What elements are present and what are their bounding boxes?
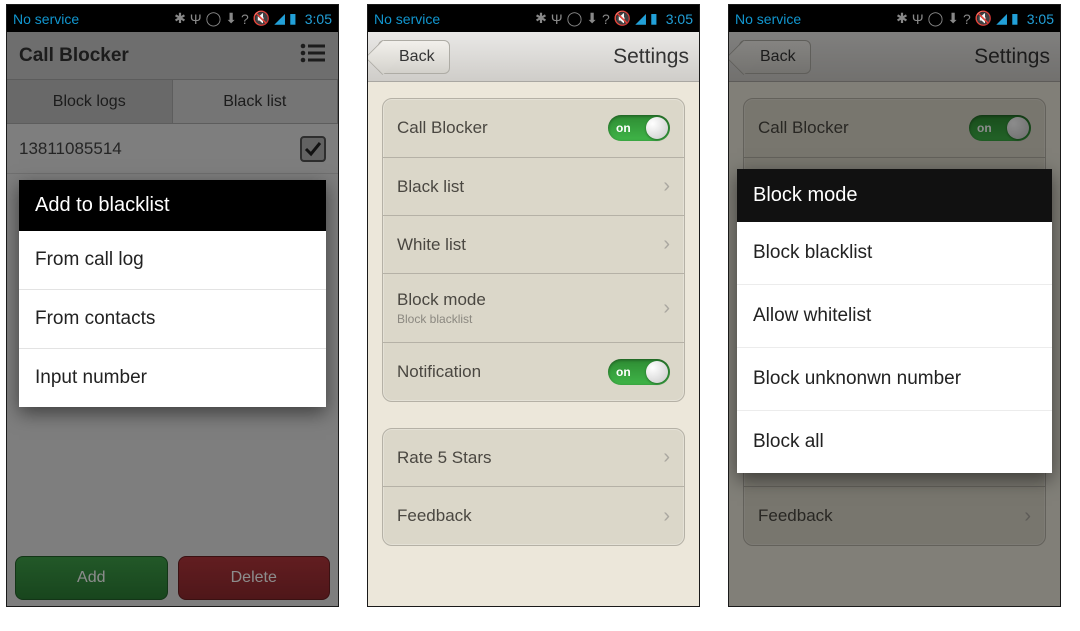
- network-status: No service: [13, 11, 79, 27]
- screen-2: No service ✱ Ψ ◯ ⬇ ? 🔇 ◢ ▮ 3:05 Back Set…: [367, 4, 700, 607]
- question-icon: ?: [963, 11, 971, 27]
- status-icons: ✱ Ψ ◯ ⬇ ? 🔇 ◢ ▮ 3:05: [174, 10, 332, 27]
- bug-icon: ✱: [896, 10, 908, 27]
- settings-group-1: Call Blocker on Black list › White list …: [382, 98, 685, 402]
- shield-icon: ◯: [567, 10, 583, 27]
- row-label: Call Blocker: [397, 118, 488, 138]
- chevron-right-icon: ›: [663, 175, 670, 198]
- option-from-contacts[interactable]: From contacts: [19, 290, 326, 349]
- toggle-on[interactable]: on: [608, 359, 670, 385]
- block-mode-dialog: Block mode Block blacklist Allow whiteli…: [737, 169, 1052, 473]
- chevron-right-icon: ›: [663, 505, 670, 528]
- download-icon: ⬇: [225, 10, 237, 27]
- bug-icon: ✱: [174, 10, 186, 27]
- row-black-list[interactable]: Black list ›: [383, 158, 684, 216]
- row-label: Rate 5 Stars: [397, 448, 492, 468]
- dialog-title: Block mode: [737, 169, 1052, 222]
- toggle-knob: [646, 117, 668, 139]
- chevron-right-icon: ›: [663, 233, 670, 256]
- clock: 3:05: [1027, 11, 1054, 27]
- toggle-label: on: [616, 365, 631, 379]
- row-feedback[interactable]: Feedback ›: [383, 487, 684, 545]
- signal-icon: ◢: [635, 10, 646, 27]
- page-title: Settings: [613, 45, 689, 69]
- screen-1: No service ✱ Ψ ◯ ⬇ ? 🔇 ◢ ▮ 3:05 Call Blo…: [6, 4, 339, 607]
- navbar: Back Settings: [368, 32, 699, 82]
- row-rate[interactable]: Rate 5 Stars ›: [383, 429, 684, 487]
- row-label: Feedback: [397, 506, 472, 526]
- mute-icon: 🔇: [253, 10, 270, 27]
- option-allow-whitelist[interactable]: Allow whitelist: [737, 285, 1052, 348]
- status-bar: No service ✱ Ψ ◯ ⬇ ? 🔇 ◢ ▮ 3:05: [7, 5, 338, 32]
- row-label: White list: [397, 235, 466, 255]
- network-status: No service: [374, 11, 440, 27]
- shield-icon: ◯: [928, 10, 944, 27]
- row-call-blocker[interactable]: Call Blocker on: [383, 99, 684, 158]
- usb-icon: Ψ: [190, 11, 202, 27]
- chevron-right-icon: ›: [663, 297, 670, 320]
- row-label: Block mode: [397, 290, 486, 310]
- signal-icon: ◢: [996, 10, 1007, 27]
- option-from-call-log[interactable]: From call log: [19, 231, 326, 290]
- signal-icon: ◢: [274, 10, 285, 27]
- option-block-blacklist[interactable]: Block blacklist: [737, 222, 1052, 285]
- row-label: Black list: [397, 177, 464, 197]
- status-icons: ✱ Ψ ◯ ⬇ ? 🔇 ◢ ▮ 3:05: [535, 10, 693, 27]
- mute-icon: 🔇: [614, 10, 631, 27]
- status-icons: ✱ Ψ ◯ ⬇ ? 🔇 ◢ ▮ 3:05: [896, 10, 1054, 27]
- settings-screen: Back Settings Call Blocker on Black list…: [368, 32, 699, 606]
- status-bar: No service ✱ Ψ ◯ ⬇ ? 🔇 ◢ ▮ 3:05: [729, 5, 1060, 32]
- row-sublabel: Block blacklist: [397, 312, 486, 326]
- row-label: Notification: [397, 362, 481, 382]
- mute-icon: 🔇: [975, 10, 992, 27]
- network-status: No service: [735, 11, 801, 27]
- screen-3: No service ✱ Ψ ◯ ⬇ ? 🔇 ◢ ▮ 3:05 Back Set…: [728, 4, 1061, 607]
- back-button[interactable]: Back: [378, 40, 450, 74]
- download-icon: ⬇: [586, 10, 598, 27]
- settings-group-2: Rate 5 Stars › Feedback ›: [382, 428, 685, 546]
- dialog-title: Add to blacklist: [19, 180, 326, 231]
- chevron-right-icon: ›: [663, 446, 670, 469]
- status-bar: No service ✱ Ψ ◯ ⬇ ? 🔇 ◢ ▮ 3:05: [368, 5, 699, 32]
- add-to-blacklist-dialog: Add to blacklist From call log From cont…: [19, 180, 326, 407]
- question-icon: ?: [602, 11, 610, 27]
- toggle-label: on: [616, 121, 631, 135]
- row-block-mode[interactable]: Block mode Block blacklist ›: [383, 274, 684, 343]
- option-block-all[interactable]: Block all: [737, 411, 1052, 473]
- download-icon: ⬇: [947, 10, 959, 27]
- option-block-unknown[interactable]: Block unknonwn number: [737, 348, 1052, 411]
- bug-icon: ✱: [535, 10, 547, 27]
- usb-icon: Ψ: [551, 11, 563, 27]
- toggle-on[interactable]: on: [608, 115, 670, 141]
- clock: 3:05: [666, 11, 693, 27]
- row-white-list[interactable]: White list ›: [383, 216, 684, 274]
- clock: 3:05: [305, 11, 332, 27]
- modal-overlay[interactable]: Add to blacklist From call log From cont…: [7, 32, 338, 606]
- usb-icon: Ψ: [912, 11, 924, 27]
- shield-icon: ◯: [206, 10, 222, 27]
- question-icon: ?: [241, 11, 249, 27]
- battery-icon: ▮: [289, 10, 297, 27]
- option-input-number[interactable]: Input number: [19, 349, 326, 407]
- toggle-knob: [646, 361, 668, 383]
- battery-icon: ▮: [1011, 10, 1019, 27]
- back-label: Back: [399, 48, 435, 66]
- row-notification[interactable]: Notification on: [383, 343, 684, 401]
- battery-icon: ▮: [650, 10, 658, 27]
